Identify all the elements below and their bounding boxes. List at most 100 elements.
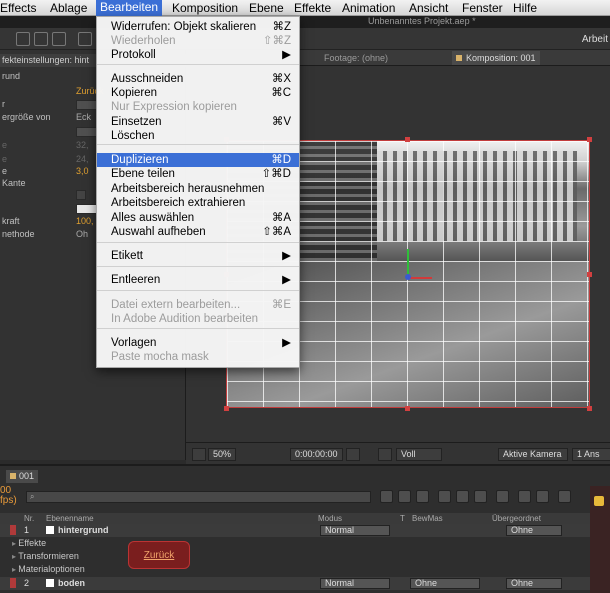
hide-shy-layers-icon[interactable]	[438, 490, 451, 503]
transform-handle[interactable]	[587, 406, 592, 411]
graph-editor-icon[interactable]	[536, 490, 549, 503]
effect-param-value[interactable]: 100,	[76, 216, 94, 226]
menu-item-arbeitsbereich-herausnehmen[interactable]: Arbeitsbereich herausnehmen	[97, 182, 299, 196]
draft-3d-icon[interactable]	[416, 490, 429, 503]
table-row[interactable]: 2 boden Normal Ohne Ohne	[0, 577, 590, 590]
reset-button[interactable]: Zurück	[128, 541, 190, 569]
layer-parent-select[interactable]: Ohne	[506, 578, 562, 589]
timeline-tab-label: 001	[19, 471, 35, 481]
menu-effects[interactable]: Effects	[0, 1, 36, 16]
menu-item-auswahl-aufheben[interactable]: Auswahl aufheben ⇧⌘A	[97, 225, 299, 239]
menu-item-etikett[interactable]: Etikett ▶	[97, 249, 299, 263]
menu-hilfe[interactable]: Hilfe	[513, 1, 537, 16]
layer-label-color[interactable]	[10, 578, 16, 588]
submenu-arrow-icon: ▶	[282, 250, 291, 262]
live-update-icon[interactable]	[398, 490, 411, 503]
camera-select[interactable]: Aktive Kamera	[498, 448, 568, 461]
timeline-tab[interactable]: 001	[6, 470, 39, 483]
effect-param-value[interactable]: 32,	[76, 140, 89, 150]
mask-tool-icon[interactable]	[78, 32, 92, 46]
current-time-fps[interactable]: 00 fps)	[0, 486, 17, 506]
views-select[interactable]: 1 Ans	[572, 448, 610, 461]
menu-item-datei-extern-bearbeiten[interactable]: Datei extern bearbeiten... ⌘E	[97, 298, 299, 312]
menu-item-ebene-teilen[interactable]: Ebene teilen ⇧⌘D	[97, 167, 299, 181]
menu-item-einsetzen[interactable]: Einsetzen ⌘V	[97, 115, 299, 129]
current-time-indicator-icon[interactable]	[594, 496, 604, 506]
tab-composition[interactable]: Komposition: 001	[452, 51, 540, 65]
transform-handle[interactable]	[587, 137, 592, 142]
menu-bearbeiten[interactable]: Bearbeiten	[96, 0, 163, 16]
snapshot-icon[interactable]	[346, 448, 360, 461]
effect-param-field[interactable]	[76, 127, 98, 137]
group-transformieren[interactable]: Transformieren	[12, 551, 79, 561]
transform-handle[interactable]	[405, 406, 410, 411]
x-axis-gizmo-icon[interactable]	[408, 277, 432, 279]
menu-item-kopieren[interactable]: Kopieren ⌘C	[97, 86, 299, 100]
tab-footage[interactable]: Footage: (ohne)	[324, 53, 388, 63]
stopwatch-icon[interactable]	[558, 490, 571, 503]
menu-item-duplizieren[interactable]: Duplizieren ⌘D	[97, 153, 299, 167]
effect-param-value[interactable]: 24,	[76, 154, 89, 164]
menu-ablage[interactable]: Ablage	[50, 1, 87, 16]
menu-item-label: Auswahl aufheben	[111, 226, 206, 238]
layer-parent-select[interactable]: Ohne	[506, 525, 562, 536]
layer-mode-select[interactable]: Normal	[320, 578, 390, 589]
timeline-graph-area[interactable]	[590, 486, 610, 593]
effect-checkbox[interactable]	[76, 190, 86, 200]
menu-animation[interactable]: Animation	[342, 1, 395, 16]
channel-icon[interactable]	[378, 448, 392, 461]
frame-blending-icon[interactable]	[456, 490, 469, 503]
auto-keyframe-icon[interactable]	[518, 490, 531, 503]
transform-handle[interactable]	[224, 406, 229, 411]
edit-menu-dropdown: Widerrufen: Objekt skalieren ⌘Z Wiederhole…	[96, 16, 300, 368]
menu-item-protokoll[interactable]: Protokoll ▶	[97, 48, 299, 62]
timecode-field[interactable]: 0:00:00:00	[290, 448, 343, 461]
menu-item-wiederholen[interactable]: Wiederholen ⇧⌘Z	[97, 34, 299, 48]
menu-item-vorlagen[interactable]: Vorlagen ▶	[97, 336, 299, 350]
menu-ansicht[interactable]: Ansicht	[409, 1, 448, 16]
pan-behind-tool-icon[interactable]	[52, 32, 66, 46]
menu-item-in-adobe-audition-bearbeiten[interactable]: In Adobe Audition bearbeiten	[97, 312, 299, 326]
header-nr: Nr.	[24, 514, 35, 523]
menu-item-ausschneiden[interactable]: Ausschneiden ⌘X	[97, 72, 299, 86]
menu-item-nur-expression-kopieren[interactable]: Nur Expression kopieren	[97, 100, 299, 114]
layer-name[interactable]: boden	[58, 578, 85, 588]
effect-param-value[interactable]: Eck	[76, 112, 91, 122]
menu-item-arbeitsbereich-extrahieren[interactable]: Arbeitsbereich extrahieren	[97, 196, 299, 210]
camera-tool-icon[interactable]	[34, 32, 48, 46]
always-preview-icon[interactable]	[192, 448, 206, 461]
effect-param-value[interactable]: 3,0	[76, 166, 89, 176]
effect-param-field[interactable]	[76, 100, 98, 110]
header-mode: Modus	[318, 514, 343, 523]
rotate-tool-icon[interactable]	[16, 32, 30, 46]
transform-handle[interactable]	[587, 272, 592, 277]
effect-color-swatch[interactable]	[76, 204, 98, 214]
layer-name[interactable]: hintergrund	[58, 525, 109, 535]
table-row[interactable]: 1 hintergrund Normal Ohne	[0, 524, 590, 537]
layer-search-input[interactable]: ⌕	[26, 491, 371, 503]
z-axis-gizmo-icon[interactable]	[405, 274, 411, 280]
brainstorm-icon[interactable]	[496, 490, 509, 503]
motion-blur-icon[interactable]	[474, 490, 487, 503]
zoom-select[interactable]: 50%	[208, 448, 237, 461]
menu-item-alles-auswählen[interactable]: Alles auswählen ⌘A	[97, 211, 299, 225]
menu-fenster[interactable]: Fenster	[462, 1, 503, 16]
menu-komposition[interactable]: Komposition	[172, 1, 238, 16]
menu-ebene[interactable]: Ebene	[249, 1, 284, 16]
resolution-select[interactable]: Voll	[396, 448, 442, 461]
menu-effekte[interactable]: Effekte	[294, 1, 331, 16]
menu-item-löschen[interactable]: Löschen	[97, 129, 299, 143]
workspace-label[interactable]: Arbeit	[582, 34, 608, 45]
layer-label-color[interactable]	[10, 525, 16, 535]
menu-item-widerrufen-objekt-skalieren[interactable]: Widerrufen: Objekt skalieren ⌘Z	[97, 20, 299, 34]
tab-composition-label: Komposition: 001	[466, 53, 536, 63]
transform-handle[interactable]	[405, 137, 410, 142]
layer-trkmat-select[interactable]: Ohne	[410, 578, 480, 589]
group-effekte[interactable]: Effekte	[12, 538, 46, 548]
layer-mode-select[interactable]: Normal	[320, 525, 390, 536]
comp-mini-flowchart-icon[interactable]	[380, 490, 393, 503]
group-materialoptionen[interactable]: Materialoptionen	[12, 564, 85, 574]
menu-item-paste-mocha-mask[interactable]: Paste mocha mask	[97, 350, 299, 364]
menu-item-entleeren[interactable]: Entleeren ▶	[97, 273, 299, 287]
effect-param-value[interactable]: Oh	[76, 229, 88, 239]
